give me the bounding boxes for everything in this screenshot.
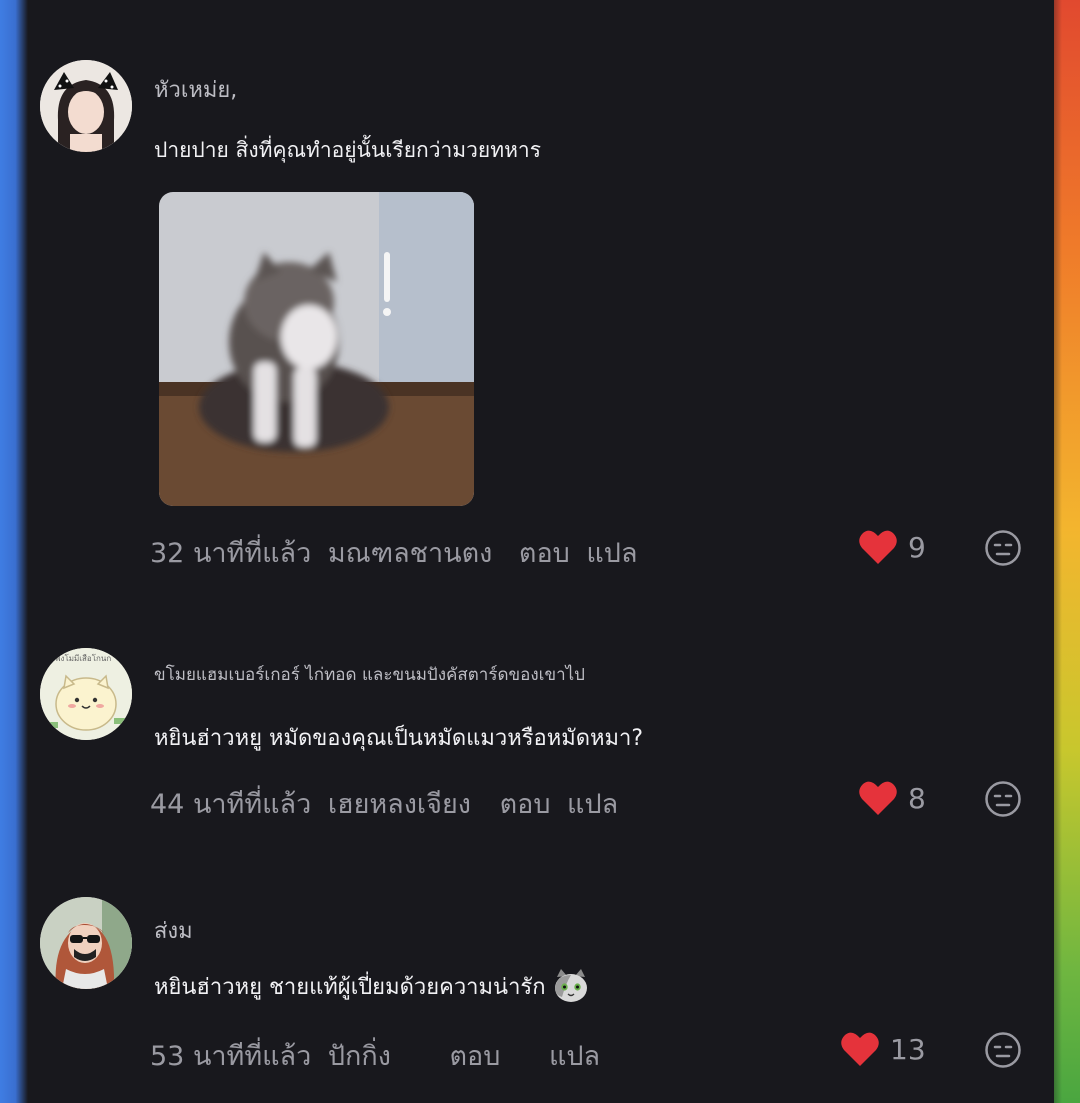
comment-text-body: หยินฮ่าวหยู ชายแท้ผู้เปี่ยมด้วยความน่ารั… xyxy=(154,974,546,1000)
comment-time: 53 นาทีที่แล้ว xyxy=(150,1041,312,1072)
translate-button[interactable]: แปล xyxy=(549,1034,600,1077)
face-menu-icon[interactable] xyxy=(984,529,1022,567)
heart-icon xyxy=(859,781,897,815)
comment-username[interactable]: หัวเหม่ย, xyxy=(154,72,237,107)
comment-text: หยินฮ่าวหยู หมัดของคุณเป็นหมัดแมวหรือหมั… xyxy=(154,726,644,751)
right-edge-fade xyxy=(1040,0,1062,1103)
comment-location: เฮยหลงเจียง xyxy=(327,789,471,820)
comment-text: ปายปาย สิ่งที่คุณทำอยู่นั้นเรียกว่ามวยทห… xyxy=(154,138,541,162)
comment-username[interactable]: ส่งม xyxy=(154,913,193,948)
comment-text: หยินฮ่าวหยู ชายแท้ผู้เปี่ยมด้วยความน่ารั… xyxy=(154,967,590,1005)
reply-button[interactable]: ตอบ xyxy=(519,531,570,574)
translate-button[interactable]: แปล xyxy=(567,782,618,825)
like-button[interactable]: 13 xyxy=(840,1030,926,1068)
comment-image[interactable] xyxy=(159,192,474,506)
left-edge-glow xyxy=(0,0,28,1103)
avatar[interactable]: มีพ่งโมมีเสือโกนก xyxy=(40,648,132,740)
heart-icon xyxy=(859,530,897,564)
avatar[interactable] xyxy=(40,60,132,152)
comment-location: ปักกิ่ง xyxy=(327,1041,391,1072)
like-count: 9 xyxy=(908,530,926,564)
cat-face-emoji-icon xyxy=(554,969,587,1002)
comment-meta: 44 นาทีที่แล้ว เฮยหลงเจียง ตอบ แปล xyxy=(150,782,618,825)
face-menu-icon[interactable] xyxy=(984,1031,1022,1069)
comment-time: 44 นาทีที่แล้ว xyxy=(150,789,312,820)
comment-time: 32 นาทีที่แล้ว xyxy=(150,538,312,569)
avatar[interactable] xyxy=(40,897,132,989)
like-count: 13 xyxy=(890,1032,926,1066)
comment-meta: 32 นาทีที่แล้ว มณฑลชานตง ตอบ แปล xyxy=(150,531,638,574)
like-count: 8 xyxy=(908,781,926,815)
comment-location: มณฑลชานตง xyxy=(327,538,493,569)
like-button[interactable]: 8 xyxy=(858,779,926,817)
reply-button[interactable]: ตอบ xyxy=(500,782,551,825)
like-button[interactable]: 9 xyxy=(858,528,926,566)
translate-button[interactable]: แปล xyxy=(586,531,637,574)
comment-meta: 53 นาทีที่แล้ว ปักกิ่ง ตอบ แปล xyxy=(150,1034,600,1077)
face-menu-icon[interactable] xyxy=(984,780,1022,818)
reply-button[interactable]: ตอบ xyxy=(449,1034,500,1077)
avatar-caption: มีพ่งโมมีเสือโกนก xyxy=(50,654,112,663)
heart-icon xyxy=(841,1032,879,1066)
comment-username[interactable]: ขโมยแฮมเบอร์เกอร์ ไก่ทอด และขนมปังคัสตาร… xyxy=(154,661,585,688)
